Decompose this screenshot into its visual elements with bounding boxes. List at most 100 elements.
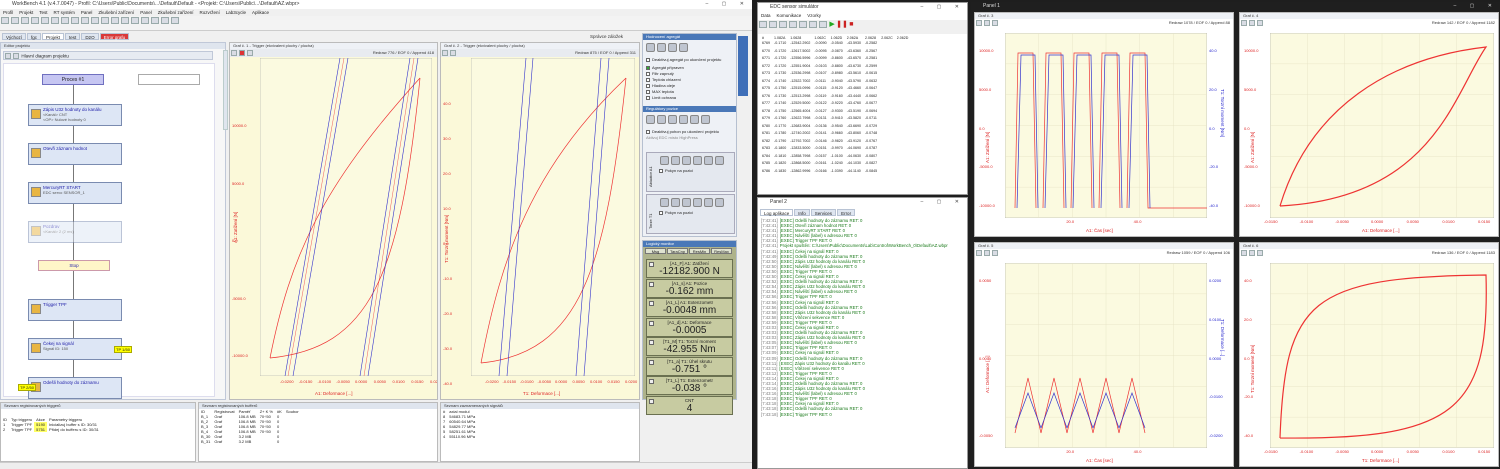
toolbar-button-13[interactable] — [131, 17, 139, 24]
menu-item[interactable]: Projekt — [19, 10, 33, 15]
table-row[interactable]: 2 Trigger TPF 5751 Přidej do bufferu s ID: … — [1, 427, 101, 432]
pan-icon[interactable] — [1249, 250, 1255, 256]
toolbar-button-9[interactable] — [91, 17, 99, 24]
edc-tool-3[interactable] — [779, 21, 787, 29]
edc-row[interactable]: 6776 -0.1730 -12513.2998 -0.0119 -0.9160 -43.… — [760, 93, 910, 101]
edc-row[interactable]: 6773 -0.1730 -12536.2998 -0.0107 -0.8980 -43.… — [760, 70, 910, 78]
edc-row[interactable]: 6783 -0.1800 -12833.5000 -0.0151 -0.9970 -44.… — [760, 145, 910, 153]
menu-item[interactable]: Zkušební zařízení — [98, 10, 134, 15]
edc-tool-2[interactable] — [769, 21, 777, 29]
plot-graph-2[interactable]: Graf č. 2 - Trigger (ekvivalent plochy /… — [440, 42, 640, 400]
a1-btn-5[interactable] — [704, 156, 713, 165]
toolbar-button-14[interactable] — [141, 17, 149, 24]
toolbar-button-10[interactable] — [101, 17, 109, 24]
plot-graph-1[interactable]: Graf č. 1 - Trigger (ekvivalent plochy /… — [229, 42, 438, 400]
a1-btn-6[interactable] — [715, 156, 724, 165]
close-icon[interactable] — [992, 250, 998, 256]
toolbar-button-16[interactable] — [161, 17, 169, 24]
edc-menu-item[interactable]: Data — [761, 13, 771, 18]
toolbar-button-17[interactable] — [171, 17, 179, 24]
table-row[interactable]: B_31 Graf 3.2 MB 0 — [199, 439, 301, 444]
diagram-canvas[interactable]: Proces #1 Zápis U32 hodnoty do kanálu <Ka… — [3, 63, 215, 399]
zoom-icon[interactable] — [1241, 20, 1247, 26]
layout-tab[interactable]: Projekt — [42, 33, 65, 40]
layout-tab[interactable]: D2O — [81, 33, 99, 40]
pos-5-icon[interactable] — [690, 115, 699, 124]
toolbar-button-0[interactable] — [1, 17, 9, 24]
edc-row[interactable]: 6774 -0.1740 -12522.7002 -0.0111 -0.9040 -43.… — [760, 78, 910, 86]
toolbar-button-6[interactable] — [61, 17, 69, 24]
menu-item[interactable]: Rozvržení — [199, 10, 219, 15]
menu-item[interactable]: RT systém — [54, 10, 75, 15]
value-gauge[interactable]: [A1_d] A1: Deformace -0.0005 — [646, 317, 733, 337]
edc-window-controls[interactable]: – ▢ ✕ — [921, 3, 965, 12]
t1-btn-1[interactable] — [660, 198, 669, 207]
pan-icon[interactable] — [1249, 20, 1255, 26]
pos-2-icon[interactable] — [657, 115, 666, 124]
comment-node[interactable] — [138, 74, 200, 85]
menu-item[interactable]: Zkušební zařízení — [158, 10, 194, 15]
log-tab[interactable]: Log aplikace — [760, 209, 794, 216]
panel-1-controls[interactable]: – ▢ ✕ — [1454, 2, 1498, 11]
layout-tab[interactable]: fgc — [27, 33, 42, 40]
window-controls[interactable]: – ▢ ✕ — [706, 0, 750, 9]
tab-manager-link[interactable]: Správce záložek — [590, 34, 623, 39]
diagram-node[interactable]: Stop — [38, 260, 110, 271]
checkbox[interactable] — [659, 210, 663, 215]
zoom-icon[interactable] — [442, 50, 448, 56]
diagram-node[interactable]: Čekej na signál Signál ID: 150 — [28, 338, 122, 360]
menu-item[interactable]: Profil — [3, 10, 13, 15]
log-tab[interactable]: Info — [794, 209, 810, 216]
toolbar-button-7[interactable] — [71, 17, 79, 24]
toolbar-button-3[interactable] — [31, 17, 39, 24]
diagram-node[interactable]: MercuryRT START EDC servo SENSOR_1 — [28, 182, 122, 204]
pos-6-icon[interactable] — [701, 115, 710, 124]
value-gauge[interactable]: CNT 4 — [646, 395, 733, 415]
close-icon[interactable] — [1257, 250, 1263, 256]
checkbox[interactable] — [646, 57, 650, 62]
panel-1-graph[interactable]: Graf č. 6 Redraw 136 / EOF 0 / Append 118… — [1239, 242, 1499, 467]
diagram-node[interactable]: Odešli hodnoty do záznamu — [28, 377, 122, 399]
value-gauge[interactable]: [A1_L] A1: Extenzometr -0.0048 mm — [646, 298, 733, 317]
layout-tab[interactable]: Error grafu — [99, 33, 130, 40]
edc-row[interactable]: 6779 -0.1760 -12622.7998 -0.0131 -0.9410 -43.… — [760, 115, 910, 123]
panel-1-graph[interactable]: Graf č. 5 Redraw 1059 / EOF 0 / Append 10… — [974, 242, 1234, 467]
panel-1-graph[interactable]: Graf č. 4 Redraw 142 / EOF 0 / Append 118… — [1239, 12, 1499, 237]
log-tab[interactable]: Services — [810, 209, 837, 216]
edc-tool-6[interactable] — [809, 21, 817, 29]
close-icon[interactable] — [1257, 20, 1263, 26]
edc-row[interactable]: 6782 -0.1790 -12792.7002 -0.0146 -0.9820 -43.… — [760, 138, 910, 146]
menu-item[interactable]: Aplikace — [252, 10, 269, 15]
edc-row[interactable]: 6778 -0.1750 -12565.4004 -0.0127 -0.9300 -43.… — [760, 108, 910, 116]
diagram-tab[interactable]: Hlavní diagram projektu — [3, 51, 213, 60]
layout-tab[interactable]: test — [65, 33, 81, 40]
forward-icon[interactable] — [13, 53, 19, 59]
monitor-button[interactable]: Msg — [645, 248, 666, 254]
menu-item[interactable]: Panel — [81, 10, 93, 15]
edc-row[interactable]: 6785 -0.1820 -12868.5000 -0.0161 -1.0240 -44.… — [760, 160, 910, 168]
edc-tool-7[interactable] — [819, 21, 827, 29]
pan-icon[interactable] — [984, 20, 990, 26]
stop-icon[interactable] — [679, 43, 688, 52]
edc-tool-1[interactable] — [759, 21, 767, 29]
t1-btn-2[interactable] — [671, 198, 680, 207]
menu-item[interactable]: Lab3cycle — [226, 10, 246, 15]
checkbox[interactable] — [646, 129, 650, 134]
value-gauge[interactable]: [T1_M] T1: Torzní moment -42.955 Nm — [646, 337, 733, 356]
edc-row[interactable]: 6769 -0.1710 -12542.2902 -0.0090 -0.0540 -43.… — [760, 40, 910, 48]
t1-btn-5[interactable] — [704, 198, 713, 207]
pump-icon[interactable] — [646, 43, 655, 52]
pump-low-icon[interactable] — [657, 43, 666, 52]
edc-column[interactable]: 2.062D — [895, 36, 911, 40]
edc-column[interactable]: 2.062C — [879, 36, 895, 40]
zoom-icon[interactable] — [976, 250, 982, 256]
value-gauge[interactable]: [A1_F] A1: Zatížení -12182.900 N — [646, 259, 733, 278]
back-icon[interactable] — [5, 53, 11, 59]
pan-icon[interactable] — [450, 50, 456, 56]
edc-row[interactable]: 6777 -0.1740 -12529.5000 -0.0122 -0.9220 -43.… — [760, 100, 910, 108]
a1-btn-2[interactable] — [671, 156, 680, 165]
close-icon[interactable] — [992, 20, 998, 26]
layout-tab[interactable]: Výchozí — [2, 33, 27, 40]
monitor-button[interactable]: TaraCnp — [667, 248, 688, 254]
monitor-button[interactable]: ResMax — [711, 248, 732, 254]
